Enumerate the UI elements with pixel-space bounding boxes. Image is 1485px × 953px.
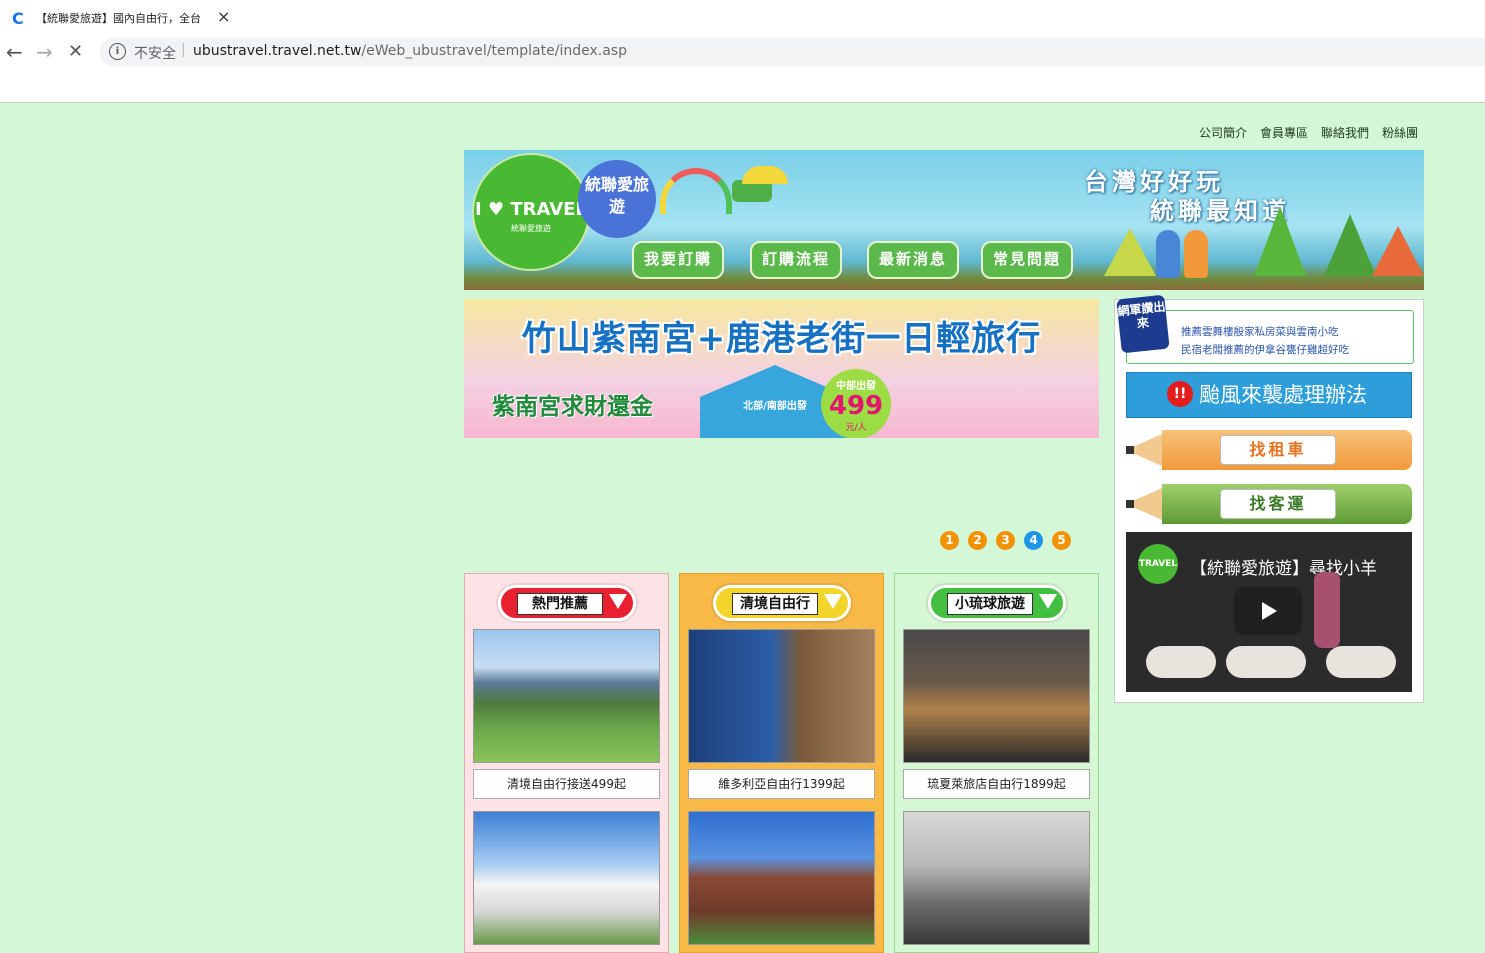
dropdown-arrow-icon (1039, 594, 1057, 609)
price-label: 中部出發 (836, 381, 876, 392)
carousel-dot[interactable]: 3 (996, 531, 1015, 550)
column-qingjing: 清境自由行 維多利亞自由行1399起 (679, 573, 884, 953)
product-photo[interactable] (473, 629, 660, 763)
product-photo[interactable] (903, 629, 1090, 763)
loading-spinner-icon: C (12, 9, 24, 28)
video-title[interactable]: 【統聯愛旅遊】尋找小羊 (1190, 554, 1377, 579)
price-unit: 元/人 (845, 423, 867, 433)
logo-sub-text: 統聯愛旅遊 (511, 224, 551, 233)
army-badge: 網軍讚出來 (1116, 294, 1170, 354)
video-embed[interactable]: TRAVEL 【統聯愛旅遊】尋找小羊 (1126, 532, 1412, 692)
army-line-1: 推薦雲舞樓殷家私房菜與雲南小吃 (1181, 326, 1339, 338)
column-header-label: 清境自由行 (732, 593, 818, 615)
carousel-dot[interactable]: 1 (940, 531, 959, 550)
rent-car-label: 找租車 (1220, 435, 1336, 465)
dropdown-arrow-icon (824, 594, 842, 609)
insecure-label: 不安全 (134, 46, 176, 62)
header-links: 公司簡介 會員專區 聯絡我們 粉絲團 (1199, 124, 1418, 141)
army-line-2: 民宿老闆推薦的伊拿谷甕仔雞超好吃 (1181, 344, 1349, 356)
tree-icon (1254, 206, 1306, 276)
tree-icon (1104, 228, 1156, 276)
promo-title: 竹山紫南宮+鹿港老街一日輕旅行 (521, 319, 1042, 359)
link-contact-us[interactable]: 聯絡我們 (1321, 124, 1369, 141)
product-photo[interactable] (473, 811, 660, 945)
column-header-dropdown[interactable]: 清境自由行 (713, 585, 851, 621)
promo-subtitle: 紫南宮求財還金 (492, 394, 653, 420)
column-header-dropdown[interactable]: 熱門推薦 (498, 585, 636, 621)
nav-order[interactable]: 我要訂購 (632, 241, 724, 279)
tab-title: 【統聯愛旅遊】國內自由行，全台 (36, 12, 201, 25)
sheep-image (1146, 646, 1216, 678)
browser-tab[interactable]: C 【統聯愛旅遊】國內自由行，全台 × (0, 0, 240, 36)
product-caption[interactable]: 清境自由行接送499起 (473, 769, 660, 799)
logo-circle-text: 統聯愛旅遊 (578, 160, 656, 238)
sheep-image (1226, 646, 1306, 678)
column-xiaoliuqiu: 小琉球旅遊 琉夏萊旅店自由行1899起 (894, 573, 1099, 953)
sidebar: 網軍讚出來 推薦雲舞樓殷家私房菜與雲南小吃 民宿老闆推薦的伊拿谷甕仔雞超好吃 !… (1114, 294, 1424, 703)
carousel-dot[interactable]: 2 (968, 531, 987, 550)
army-recommend-banner[interactable]: 網軍讚出來 推薦雲舞樓殷家私房菜與雲南小吃 民宿老闆推薦的伊拿谷甕仔雞超好吃 (1116, 294, 1414, 364)
sheep-image (1326, 646, 1396, 678)
nav-faq[interactable]: 常見問題 (981, 241, 1073, 279)
column-hot-picks: 熱門推薦 清境自由行接送499起 (464, 573, 669, 953)
person-image (1314, 572, 1340, 648)
link-company-intro[interactable]: 公司簡介 (1199, 124, 1247, 141)
tree-icon (1324, 214, 1376, 276)
find-bus-label: 找客運 (1220, 489, 1336, 519)
url-host: ubustravel.travel.net.tw (193, 43, 362, 59)
warning-icon: !! (1167, 381, 1193, 407)
product-photo[interactable] (903, 811, 1090, 945)
nav-order-process[interactable]: 訂購流程 (750, 241, 842, 279)
typhoon-label: 颱風來襲處理辦法 (1199, 383, 1367, 407)
product-caption[interactable]: 維多利亞自由行1399起 (688, 769, 875, 799)
pencil-lead (1126, 446, 1134, 454)
rainbow-icon (660, 168, 732, 214)
stop-loading-icon[interactable]: ✕ (68, 41, 83, 62)
boy-illustration (1156, 230, 1180, 278)
typhoon-button[interactable]: !! 颱風來襲處理辦法 (1126, 372, 1412, 418)
link-member-area[interactable]: 會員專區 (1260, 124, 1308, 141)
tab-close-icon[interactable]: × (217, 7, 230, 26)
address-separator: | (181, 42, 186, 58)
dropdown-arrow-icon (609, 594, 627, 609)
column-header-dropdown[interactable]: 小琉球旅遊 (928, 585, 1066, 621)
price-value: 499 (828, 391, 884, 421)
rent-car-button[interactable]: 找租車 (1126, 428, 1412, 472)
promo-slide[interactable]: 竹山紫南宮+鹿港老街一日輕旅行 紫南宮求財還金 北部/南部出發 中部出發 499… (464, 299, 1099, 438)
browser-chrome: C 【統聯愛旅遊】國內自由行，全台 × ← → ✕ i 不安全 | ubustr… (0, 0, 1485, 103)
nav-latest-news[interactable]: 最新消息 (867, 241, 959, 279)
pencil-lead (1126, 500, 1134, 508)
site-banner: I ♥ TRAVEL 統聯愛旅遊 統聯愛旅遊 台灣好好玩 統聯最知道 我要訂購 … (464, 150, 1424, 290)
info-icon[interactable]: i (109, 43, 126, 60)
address-bar[interactable]: i 不安全 | ubustravel.travel.net.tw/eWeb_ub… (100, 38, 1485, 66)
back-arrow-icon[interactable]: ← (6, 40, 23, 64)
logo-main-text: I ♥ TRAVEL (475, 199, 587, 220)
column-header-label: 小琉球旅遊 (947, 593, 1033, 615)
url-path: /eWeb_ubustravel/template/index.asp (361, 43, 627, 59)
forward-arrow-icon[interactable]: → (36, 40, 53, 64)
channel-avatar[interactable]: TRAVEL (1138, 544, 1178, 584)
girl-illustration (1184, 230, 1208, 278)
url-text: ubustravel.travel.net.tw/eWeb_ubustravel… (193, 43, 627, 59)
play-button-icon[interactable] (1234, 587, 1302, 635)
carousel-dot[interactable]: 5 (1052, 531, 1071, 550)
product-photo[interactable] (688, 629, 875, 763)
tree-icon (1372, 226, 1424, 276)
carousel-pager: 1 2 3 4 5 (940, 531, 1071, 550)
promo-price-badge: 中部出發 499 元/人 (821, 369, 891, 438)
find-bus-button[interactable]: 找客運 (1126, 482, 1412, 526)
column-header-label: 熱門推薦 (517, 593, 603, 615)
product-photo[interactable] (688, 811, 875, 945)
product-caption[interactable]: 琉夏萊旅店自由行1899起 (903, 769, 1090, 799)
carousel-dot-active[interactable]: 4 (1024, 531, 1043, 550)
umbrella-icon (742, 166, 788, 184)
link-fan-page[interactable]: 粉絲團 (1382, 124, 1418, 141)
site-logo[interactable]: I ♥ TRAVEL 統聯愛旅遊 (472, 153, 590, 271)
